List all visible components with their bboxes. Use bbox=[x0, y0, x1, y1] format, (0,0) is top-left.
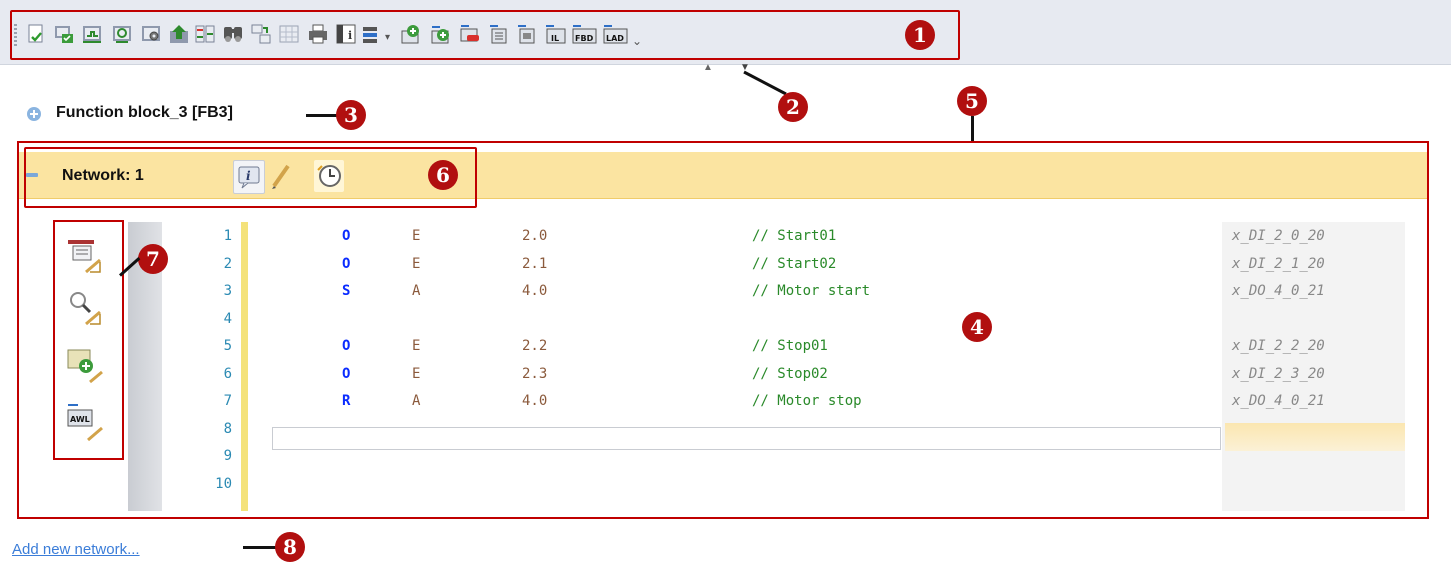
callout-6: 6 bbox=[428, 160, 458, 190]
code-address: 4.0 bbox=[522, 393, 548, 409]
code-address: 2.1 bbox=[522, 255, 548, 272]
code-comment: // Stop02 bbox=[752, 365, 828, 382]
line-number: 2 bbox=[223, 255, 232, 272]
code-symbol: x_DI_2_0_20 bbox=[1232, 228, 1325, 244]
code-operand: A bbox=[412, 283, 421, 299]
line-number: 7 bbox=[223, 393, 232, 409]
callout-5-leader bbox=[971, 116, 974, 142]
line-number: 3 bbox=[223, 283, 232, 299]
callout-8: 8 bbox=[275, 532, 305, 562]
callout-3: 3 bbox=[336, 100, 366, 130]
code-opcode: O bbox=[342, 255, 351, 272]
collapse-up-icon[interactable]: ▲ bbox=[703, 62, 713, 73]
block-title: Function block_3 [FB3] bbox=[56, 104, 233, 121]
code-symbol: x_DI_2_2_20 bbox=[1232, 338, 1325, 354]
code-operand: E bbox=[412, 255, 421, 272]
svg-text:AWL: AWL bbox=[70, 415, 90, 424]
callout-1: 1 bbox=[905, 20, 935, 50]
awl-language-icon[interactable]: AWL bbox=[66, 402, 106, 447]
network-header-callout-frame bbox=[24, 147, 477, 208]
code-operand: E bbox=[412, 365, 421, 382]
code-symbol: x_DO_4_0_21 bbox=[1232, 393, 1325, 409]
code-opcode: O bbox=[342, 365, 351, 382]
add-network-link[interactable]: Add new network... bbox=[12, 541, 140, 558]
callout-7: 7 bbox=[138, 244, 168, 274]
code-operand: E bbox=[412, 338, 421, 354]
line-number: 4 bbox=[223, 310, 232, 327]
code-input-line[interactable] bbox=[272, 427, 1221, 450]
code-operand: E bbox=[412, 228, 421, 244]
code-address: 4.0 bbox=[522, 283, 548, 299]
line-number: 1 bbox=[223, 228, 232, 244]
callout-3-leader bbox=[306, 114, 340, 117]
line-number: 9 bbox=[223, 448, 232, 464]
code-opcode: R bbox=[342, 393, 351, 409]
code-symbol: x_DI_2_1_20 bbox=[1232, 255, 1325, 272]
code-address: 2.2 bbox=[522, 338, 548, 354]
code-symbol: x_DO_4_0_21 bbox=[1232, 283, 1325, 299]
line-number: 10 bbox=[215, 475, 232, 492]
code-opcode: O bbox=[342, 338, 351, 354]
expand-block-icon[interactable] bbox=[26, 106, 42, 127]
code-operand: A bbox=[412, 393, 421, 409]
line-number: 6 bbox=[223, 365, 232, 382]
line-number: 8 bbox=[223, 420, 232, 437]
code-symbol: x_DI_2_3_20 bbox=[1232, 365, 1325, 382]
find-operand-icon[interactable] bbox=[66, 290, 106, 333]
current-line-highlight bbox=[1225, 423, 1405, 451]
code-address: 2.0 bbox=[522, 228, 548, 244]
code-comment: // Motor stop bbox=[752, 393, 862, 409]
callout-4: 4 bbox=[962, 312, 992, 342]
insert-instruction-icon[interactable] bbox=[66, 238, 106, 281]
code-comment: // Start02 bbox=[752, 255, 837, 272]
code-comment: // Start01 bbox=[752, 228, 837, 244]
code-comment: // Motor start bbox=[752, 283, 871, 299]
add-element-icon[interactable] bbox=[66, 348, 106, 391]
code-address: 2.3 bbox=[522, 365, 548, 382]
network-change-bar bbox=[241, 222, 248, 511]
toolbar-callout-frame bbox=[10, 10, 960, 60]
callout-8-leader bbox=[243, 546, 277, 549]
line-number: 5 bbox=[223, 338, 232, 354]
callout-2: 2 bbox=[778, 92, 808, 122]
code-opcode: S bbox=[342, 283, 351, 299]
code-comment: // Stop01 bbox=[752, 338, 828, 354]
callout-5: 5 bbox=[957, 86, 987, 116]
code-opcode: O bbox=[342, 228, 351, 244]
